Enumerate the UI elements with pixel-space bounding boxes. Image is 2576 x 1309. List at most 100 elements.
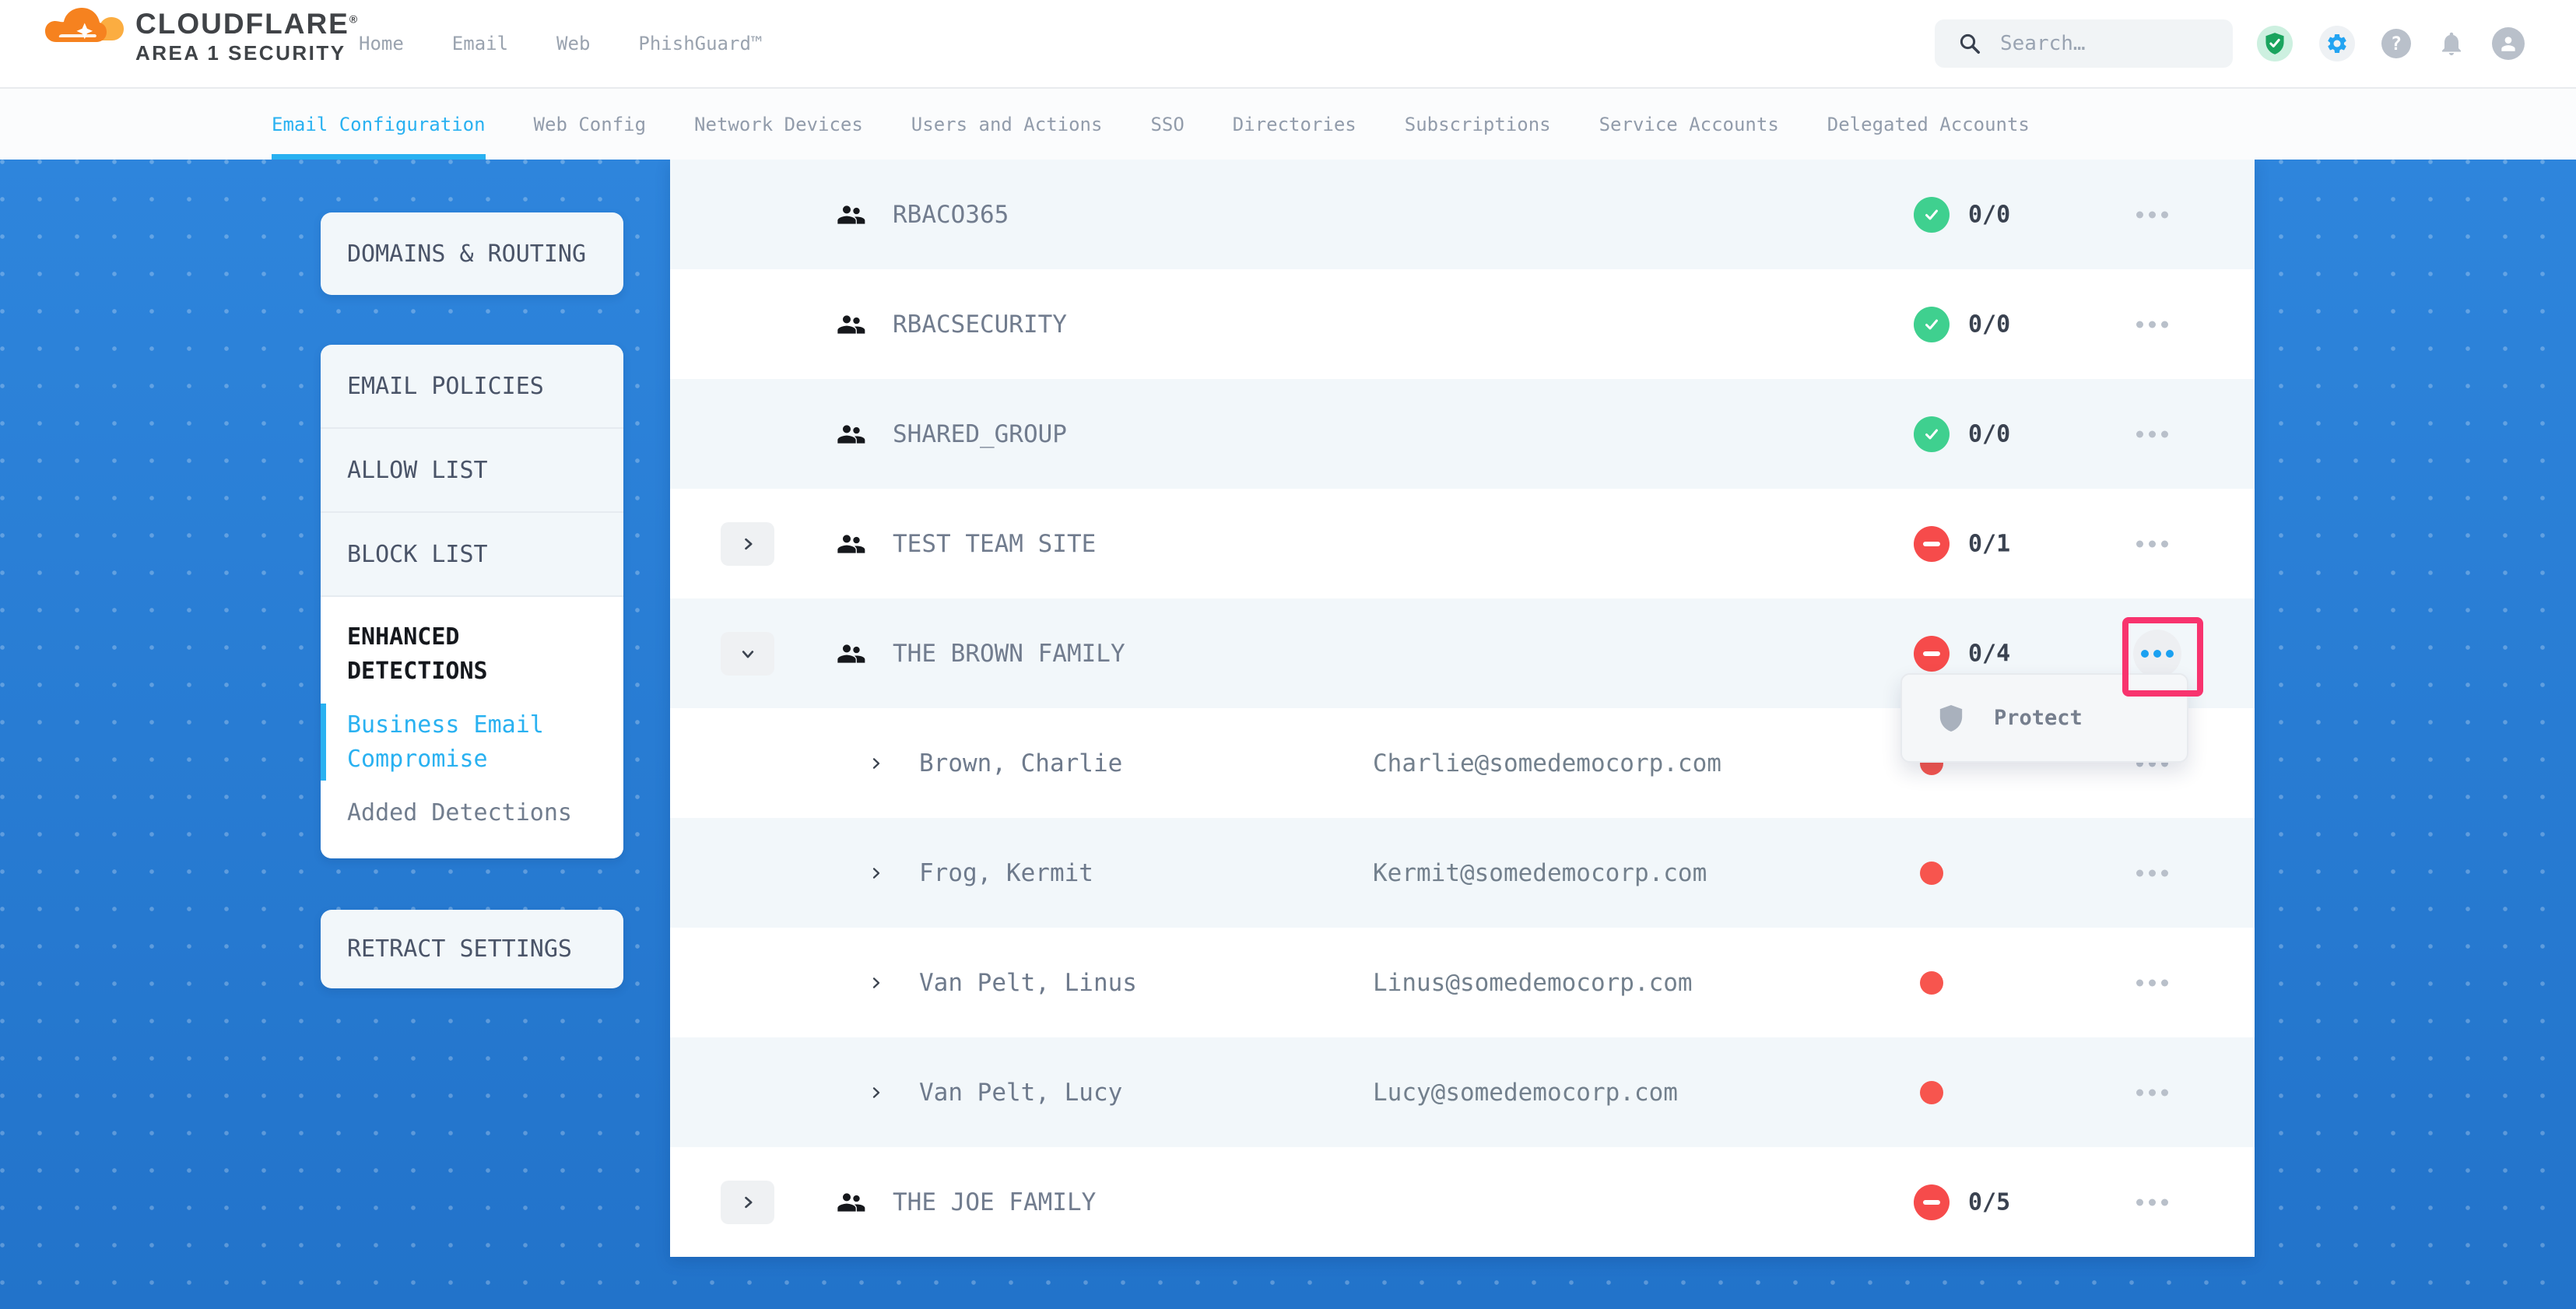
sidebar-item-added-detections[interactable]: Added Detections <box>347 796 597 830</box>
chevron-right-icon[interactable] <box>869 866 883 880</box>
status-blocked-badge <box>1914 526 1950 562</box>
member-name: Brown, Charlie <box>919 749 1122 777</box>
group-name: THE BROWN FAMILY <box>893 640 1125 668</box>
status-unprotected-dot <box>1920 971 1943 995</box>
protection-status-icon[interactable] <box>2257 26 2293 61</box>
chevron-down-icon <box>740 646 756 662</box>
group-name: RBACSECURITY <box>893 311 1067 339</box>
header-icon-row: ? <box>2257 0 2525 87</box>
row-menu-button[interactable] <box>2136 979 2168 986</box>
status-ok-badge <box>1914 416 1950 452</box>
member-name: Frog, Kermit <box>919 859 1093 887</box>
table-row-group: TEST TEAM SITE 0/1 <box>670 489 2255 598</box>
protected-count: 0/0 <box>1968 201 2010 228</box>
status-ok-badge <box>1914 307 1950 342</box>
cloudflare-logo: CLOUDFLARE® AREA 1 SECURITY <box>45 6 359 65</box>
table-row-group: SHARED_GROUP 0/0 <box>670 379 2255 489</box>
section-tabs: Email Configuration Web Config Network D… <box>0 89 2576 160</box>
protected-count: 0/5 <box>1968 1188 2010 1216</box>
table-row-group: RBACSECURITY 0/0 <box>670 269 2255 379</box>
protected-count: 0/0 <box>1968 420 2010 447</box>
group-name: THE JOE FAMILY <box>893 1188 1096 1216</box>
sidebar-item-business-email-compromise[interactable]: Business Email Compromise <box>347 708 597 776</box>
expand-row-button[interactable] <box>721 522 774 566</box>
sidebar-item-allow-list[interactable]: ALLOW LIST <box>321 429 623 513</box>
row-menu-button[interactable] <box>2136 869 2168 876</box>
table-row-group: THE JOE FAMILY 0/5 <box>670 1147 2255 1257</box>
chevron-right-icon[interactable] <box>869 976 883 990</box>
sidebar-email-policies-card: EMAIL POLICIES ALLOW LIST BLOCK LIST ENH… <box>321 345 623 858</box>
group-name: TEST TEAM SITE <box>893 530 1096 558</box>
notifications-bell-icon[interactable] <box>2437 29 2465 58</box>
nav-phishguard[interactable]: PhishGuard™ <box>638 33 762 54</box>
row-menu-button[interactable] <box>2136 211 2168 218</box>
sidebar-enhanced-detections-section: ENHANCED DETECTIONS Business Email Compr… <box>321 597 623 858</box>
status-blocked-badge <box>1914 1184 1950 1220</box>
row-menu-button[interactable] <box>2136 1198 2168 1205</box>
search-input[interactable] <box>1999 31 2204 56</box>
tab-users-and-actions[interactable]: Users and Actions <box>911 89 1103 160</box>
group-icon <box>835 1187 866 1218</box>
status-unprotected-dot <box>1920 862 1943 885</box>
member-email: Charlie@somedemocorp.com <box>1373 749 1721 777</box>
group-icon <box>835 309 866 340</box>
top-nav: Home Email Web PhishGuard™ <box>359 0 762 87</box>
table-row-group: RBACO365 0/0 <box>670 160 2255 269</box>
protected-count: 0/4 <box>1968 640 2010 667</box>
tab-sso[interactable]: SSO <box>1150 89 1184 160</box>
status-ok-badge <box>1914 197 1950 233</box>
nav-email[interactable]: Email <box>452 33 508 54</box>
group-icon <box>835 528 866 560</box>
chevron-right-icon <box>740 1195 756 1210</box>
tab-service-accounts[interactable]: Service Accounts <box>1599 89 1779 160</box>
expand-row-button[interactable] <box>721 1181 774 1224</box>
enhanced-detections-heading: ENHANCED DETECTIONS <box>347 620 597 688</box>
protected-count: 0/1 <box>1968 530 2010 557</box>
row-context-menu: Protect <box>1900 673 2188 763</box>
group-icon <box>835 419 866 450</box>
row-menu-button[interactable] <box>2136 1089 2168 1096</box>
tab-email-configuration[interactable]: Email Configuration <box>272 89 486 160</box>
table-row-member: Frog, Kermit Kermit@somedemocorp.com <box>670 818 2255 928</box>
tab-subscriptions[interactable]: Subscriptions <box>1405 89 1551 160</box>
menu-item-protect[interactable]: Protect <box>1994 706 2083 730</box>
group-icon <box>835 199 866 230</box>
nav-web[interactable]: Web <box>556 33 590 54</box>
search-icon <box>1958 32 1981 55</box>
row-menu-button[interactable] <box>2136 540 2168 547</box>
sidebar-item-retract-settings[interactable]: RETRACT SETTINGS <box>321 910 623 988</box>
sidebar-item-email-policies[interactable]: EMAIL POLICIES <box>321 345 623 429</box>
row-menu-button[interactable] <box>2136 430 2168 437</box>
row-menu-button-active[interactable] <box>2133 630 2181 678</box>
app-header: CLOUDFLARE® AREA 1 SECURITY Home Email W… <box>0 0 2576 89</box>
chevron-right-icon[interactable] <box>869 756 883 770</box>
status-unprotected-dot <box>1920 1081 1943 1104</box>
row-menu-button[interactable] <box>2136 321 2168 328</box>
group-name: RBACO365 <box>893 201 1009 229</box>
nav-home[interactable]: Home <box>359 33 404 54</box>
tab-directories[interactable]: Directories <box>1233 89 1356 160</box>
tab-network-devices[interactable]: Network Devices <box>694 89 863 160</box>
group-icon <box>835 638 866 669</box>
member-email: Linus@somedemocorp.com <box>1373 969 1693 997</box>
brand-title: CLOUDFLARE® <box>135 6 359 42</box>
tab-web-config[interactable]: Web Config <box>534 89 647 160</box>
collapse-row-button[interactable] <box>721 632 774 676</box>
table-row-member: Van Pelt, Lucy Lucy@somedemocorp.com <box>670 1037 2255 1147</box>
search-box[interactable] <box>1935 19 2233 68</box>
sidebar-item-domains-routing[interactable]: DOMAINS & ROUTING <box>321 212 623 295</box>
chevron-right-icon[interactable] <box>869 1086 883 1100</box>
member-email: Kermit@somedemocorp.com <box>1373 859 1707 887</box>
account-avatar-icon[interactable] <box>2492 27 2525 60</box>
status-blocked-badge <box>1914 636 1950 672</box>
brand-subtitle: AREA 1 SECURITY <box>135 42 359 65</box>
settings-gear-icon[interactable] <box>2319 26 2355 61</box>
tab-delegated-accounts[interactable]: Delegated Accounts <box>1827 89 2030 160</box>
protected-count: 0/0 <box>1968 311 2010 338</box>
help-icon[interactable]: ? <box>2381 29 2411 58</box>
cloudflare-cloud-icon <box>45 6 126 51</box>
sidebar-item-block-list[interactable]: BLOCK LIST <box>321 513 623 597</box>
member-name: Van Pelt, Linus <box>919 969 1137 997</box>
member-email: Lucy@somedemocorp.com <box>1373 1079 1678 1107</box>
shield-icon <box>1938 704 1964 733</box>
